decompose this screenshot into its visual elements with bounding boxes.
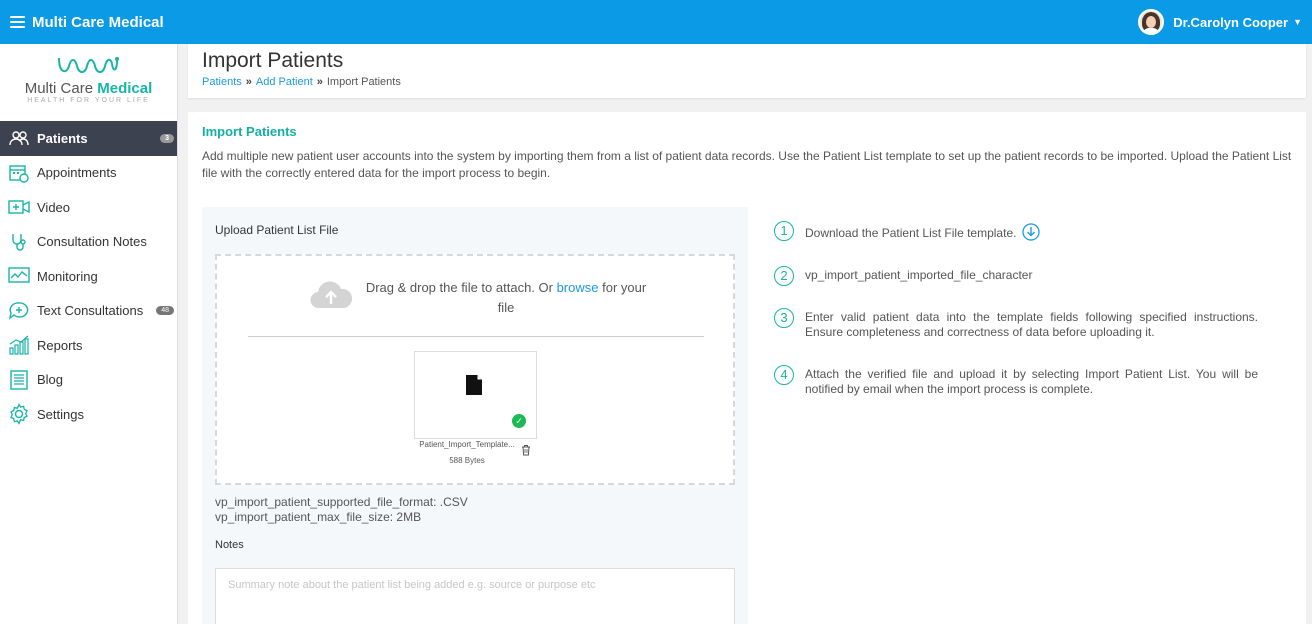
patients-icon — [8, 127, 30, 149]
drop-text: Drag & drop the file to attach. Or brows… — [365, 280, 647, 315]
import-card: Import Patients Add multiple new patient… — [188, 112, 1306, 624]
count-badge: 48 — [156, 306, 174, 316]
file-preview: ✓ — [414, 351, 537, 439]
sidebar-item-video[interactable]: Video — [0, 190, 177, 225]
reports-icon — [8, 334, 30, 356]
supported-format: vp_import_patient_supported_file_format:… — [215, 495, 468, 509]
brand: Multi Care Medical — [10, 14, 164, 31]
step-text: Attach the verified file and upload it b… — [805, 367, 1258, 396]
sidebar-item-label: Consultation Notes — [37, 234, 147, 250]
browse-link[interactable]: browse — [557, 280, 599, 295]
sidebar-item-label: Text Consultations — [37, 303, 144, 319]
intro-text: Add multiple new patient user accounts i… — [202, 149, 1292, 180]
step-text: Enter valid patient data into the templa… — [805, 310, 1258, 339]
instruction-step: 1 Download the Patient List File templat… — [774, 220, 1258, 245]
logo[interactable]: Multi Care Medical HEALTH FOR YOUR LIFE — [0, 44, 177, 121]
upload-panel: Upload Patient List File Drag & drop the… — [202, 207, 748, 624]
breadcrumb: Patients» Add Patient» Import Patients — [202, 76, 1292, 88]
page-title: Import Patients — [202, 49, 344, 72]
notes-label: Notes — [215, 539, 244, 551]
file-icon — [465, 374, 483, 399]
sidebar-item-patients[interactable]: Patients 3 — [0, 121, 177, 156]
max-file-size: vp_import_patient_max_file_size: 2MB — [215, 510, 422, 524]
notes-input[interactable] — [215, 568, 735, 624]
top-bar: Multi Care Medical Dr.Carolyn Cooper ▼ — [0, 0, 1312, 44]
breadcrumb-current: Import Patients — [326, 76, 401, 88]
gear-icon — [8, 403, 30, 426]
sidebar-item-monitoring[interactable]: Monitoring — [0, 259, 177, 294]
step-number: 3 — [774, 308, 794, 328]
sidebar-item-settings[interactable]: Settings — [0, 397, 177, 432]
user-menu[interactable]: Dr.Carolyn Cooper ▼ — [1138, 9, 1302, 35]
sidebar: Multi Care Medical HEALTH FOR YOUR LIFE … — [0, 44, 178, 624]
divider — [248, 336, 704, 337]
breadcrumb-link-patients[interactable]: Patients — [202, 76, 242, 88]
sidebar-item-text-consultations[interactable]: Text Consultations 48 — [0, 294, 177, 329]
instruction-step: 3 Enter valid patient data into the temp… — [774, 307, 1258, 340]
file-size: 588 Bytes — [449, 456, 485, 465]
user-name: Dr.Carolyn Cooper — [1173, 14, 1289, 30]
sidebar-item-label: Settings — [37, 406, 84, 422]
menu-icon[interactable] — [10, 16, 25, 28]
step-text: vp_import_patient_imported_file_characte… — [805, 268, 1033, 282]
chevron-down-icon: ▼ — [1293, 17, 1302, 27]
step-number: 2 — [774, 266, 794, 286]
brand-name: Multi Care Medical — [32, 13, 164, 31]
logo-tagline: HEALTH FOR YOUR LIFE — [27, 97, 150, 104]
section-title: Import Patients — [202, 124, 297, 139]
logo-mark-icon — [0, 54, 177, 78]
breadcrumb-separator-icon: » — [316, 76, 323, 88]
file-dropzone[interactable]: Drag & drop the file to attach. Or brows… — [215, 254, 735, 485]
calendar-icon — [8, 162, 30, 184]
sidebar-item-consultation-notes[interactable]: Consultation Notes — [0, 225, 177, 260]
instruction-step: 4 Attach the verified file and upload it… — [774, 364, 1258, 397]
step-number: 1 — [774, 221, 794, 241]
file-requirements: vp_import_patient_supported_file_format:… — [215, 495, 735, 525]
blog-icon — [8, 369, 30, 391]
sidebar-item-label: Appointments — [37, 165, 117, 181]
sidebar-item-label: Monitoring — [37, 268, 98, 284]
sidebar-item-label: Video — [37, 199, 71, 215]
step-number: 4 — [774, 365, 794, 385]
sidebar-item-reports[interactable]: Reports — [0, 328, 177, 363]
breadcrumb-separator-icon: » — [245, 76, 252, 88]
sidebar-item-label: Patients — [37, 130, 88, 146]
check-icon: ✓ — [512, 414, 526, 428]
sidebar-item-appointments[interactable]: Appointments — [0, 156, 177, 191]
download-icon[interactable] — [1022, 223, 1040, 245]
sidebar-item-label: Reports — [37, 337, 83, 353]
count-badge: 3 — [160, 133, 174, 143]
cloud-upload-icon — [309, 278, 353, 310]
chat-icon — [8, 300, 30, 322]
drop-message: Drag & drop the file to attach. Or brows… — [309, 278, 649, 318]
step-text: Download the Patient List File template. — [805, 220, 1040, 245]
video-icon — [8, 196, 30, 218]
page-header: Import Patients Patients» Add Patient» Imp… — [188, 44, 1306, 98]
logo-text: Multi Care Medical — [24, 80, 153, 97]
breadcrumb-link-add-patient[interactable]: Add Patient — [256, 76, 313, 88]
sidebar-item-blog[interactable]: Blog — [0, 363, 177, 398]
trash-icon[interactable] — [521, 444, 531, 459]
upload-label: Upload Patient List File — [215, 223, 339, 237]
avatar — [1138, 9, 1165, 35]
monitoring-icon — [8, 265, 30, 287]
instruction-step: 2 vp_import_patient_imported_file_charac… — [774, 265, 1258, 286]
sidebar-item-label: Blog — [37, 372, 64, 388]
stethoscope-icon — [8, 231, 30, 253]
file-name: Patient_Import_Template... — [419, 440, 515, 449]
